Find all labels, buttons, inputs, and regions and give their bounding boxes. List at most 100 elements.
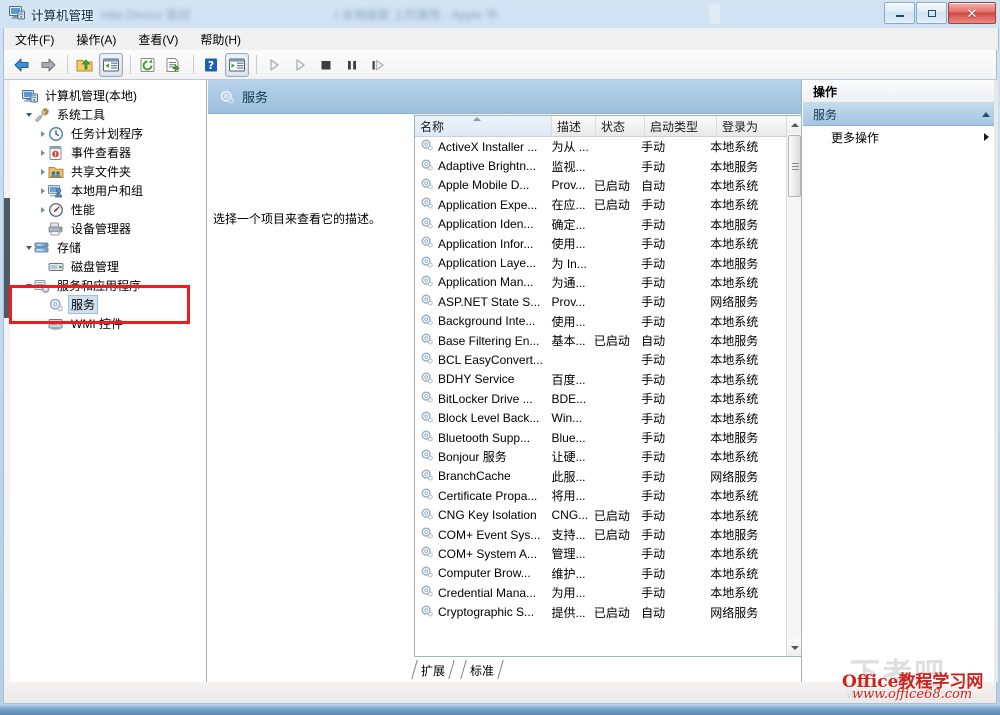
tree-item-services-and-applications[interactable]: 服务和应用程序 bbox=[11, 276, 206, 295]
table-row[interactable]: Credential Mana... 为用... 手动 本地系统 bbox=[415, 583, 786, 602]
cell-service-name: BDHY Service bbox=[415, 371, 547, 388]
tree-scrollbar[interactable] bbox=[4, 80, 10, 682]
column-header-startup-type[interactable]: 启动类型 bbox=[645, 116, 717, 136]
cell-log-on-as: 本地系统 bbox=[710, 508, 759, 523]
refresh-icon[interactable] bbox=[136, 53, 160, 77]
twisty-collapsed-icon[interactable] bbox=[37, 124, 48, 143]
table-row[interactable]: Application Infor... 使用... 手动 本地系统 bbox=[415, 234, 786, 253]
service-gear-icon bbox=[420, 429, 438, 446]
help-icon[interactable]: ? bbox=[199, 53, 223, 77]
tree-item-wmi-control[interactable]: WMI 控件 bbox=[11, 314, 206, 333]
service-gear-icon bbox=[420, 351, 438, 368]
tree-item-task-scheduler[interactable]: 任务计划程序 bbox=[11, 124, 206, 143]
column-header-status[interactable]: 状态 bbox=[596, 116, 645, 136]
chevron-up-icon[interactable] bbox=[982, 111, 990, 117]
table-row[interactable]: ASP.NET State S... Prov... 手动 网络服务 bbox=[415, 292, 786, 311]
tree-item-services[interactable]: 服务 bbox=[11, 295, 206, 314]
minimize-button[interactable] bbox=[884, 2, 915, 24]
twisty-collapsed-icon[interactable] bbox=[37, 200, 48, 219]
table-row[interactable]: Application Expe... 在应... 已启动 手动 本地系统 bbox=[415, 195, 786, 214]
cell-description: CNG... bbox=[551, 508, 589, 523]
cell-log-on-as: 本地系统 bbox=[710, 275, 759, 290]
table-row[interactable]: Adaptive Brightn... 监视... 手动 本地服务 bbox=[415, 156, 786, 175]
tree-item-system-tools[interactable]: 系统工具 bbox=[11, 105, 206, 124]
service-gear-icon bbox=[420, 526, 438, 543]
list-scrollbar-thumb[interactable] bbox=[788, 135, 801, 197]
table-row[interactable]: Block Level Back... Win... 手动 本地系统 bbox=[415, 408, 786, 427]
table-row[interactable]: Certificate Propa... 将用... 手动 本地系统 bbox=[415, 486, 786, 505]
cell-service-name: CNG Key Isolation bbox=[415, 507, 547, 524]
close-button[interactable]: ✕ bbox=[948, 2, 996, 24]
menu-file[interactable]: 文件(F) bbox=[4, 29, 65, 50]
service-name-label: Application Infor... bbox=[438, 236, 534, 251]
twisty-expanded-icon[interactable] bbox=[23, 276, 34, 295]
console-tree-pane: 计算机管理(本地) 系统工具 任务计划程序 事件查看器 共享文件夹 本地用户和组… bbox=[4, 80, 207, 682]
twisty-expanded-icon[interactable] bbox=[23, 105, 34, 124]
tree-item-computer-management-root[interactable]: 计算机管理(本地) bbox=[11, 86, 206, 105]
menu-help[interactable]: 帮助(H) bbox=[189, 29, 252, 50]
column-header-description[interactable]: 描述 bbox=[552, 116, 596, 136]
export-list-icon[interactable] bbox=[162, 53, 186, 77]
service-gear-icon bbox=[48, 297, 64, 313]
service-name-label: Application Iden... bbox=[438, 217, 534, 232]
storage-icon bbox=[34, 240, 50, 256]
table-row[interactable]: Bluetooth Supp... Blue... 手动 本地服务 bbox=[415, 428, 786, 447]
forward-arrow-icon[interactable] bbox=[36, 53, 60, 77]
service-name-label: Certificate Propa... bbox=[438, 488, 538, 503]
twisty-collapsed-icon[interactable] bbox=[37, 162, 48, 181]
tab-standard[interactable]: 标准 bbox=[463, 661, 501, 679]
properties-icon[interactable] bbox=[225, 52, 249, 77]
column-header-label: 启动类型 bbox=[650, 119, 699, 134]
service-gear-icon bbox=[420, 293, 438, 310]
cell-service-name: Application Expe... bbox=[415, 196, 547, 213]
menu-action[interactable]: 操作(A) bbox=[65, 29, 127, 50]
tree-item-shared-folders[interactable]: 共享文件夹 bbox=[11, 162, 206, 181]
table-row[interactable]: CNG Key Isolation CNG... 已启动 手动 本地系统 bbox=[415, 505, 786, 524]
table-row[interactable]: Computer Brow... 维护... 手动 本地系统 bbox=[415, 564, 786, 583]
cell-description: 监视... bbox=[551, 159, 586, 174]
table-row[interactable]: Application Iden... 确定... 手动 本地服务 bbox=[415, 215, 786, 234]
cell-service-name: COM+ System A... bbox=[415, 545, 547, 562]
tab-extended[interactable]: 扩展 bbox=[414, 661, 452, 679]
action-more-actions[interactable]: 更多操作 bbox=[803, 126, 998, 148]
tree-scrollbar-thumb[interactable] bbox=[4, 198, 10, 318]
title-bar[interactable]: 计算机管理 ✕ bbox=[0, 0, 1000, 26]
tree-item-local-users-groups[interactable]: 本地用户和组 bbox=[11, 181, 206, 200]
table-row[interactable]: COM+ System A... 管理... 手动 本地系统 bbox=[415, 544, 786, 563]
twisty-collapsed-icon[interactable] bbox=[37, 181, 48, 200]
menu-view[interactable]: 查看(V) bbox=[127, 29, 189, 50]
table-row[interactable]: ActiveX Installer ... 为从 ... 手动 本地系统 bbox=[415, 137, 786, 156]
tree-item-performance[interactable]: 性能 bbox=[11, 200, 206, 219]
actions-pane-scrollbar[interactable] bbox=[994, 80, 998, 682]
table-row[interactable]: BranchCache 此服... 手动 网络服务 bbox=[415, 467, 786, 486]
tree-item-event-viewer[interactable]: 事件查看器 bbox=[11, 143, 206, 162]
column-header-name[interactable]: 名称 bbox=[415, 116, 552, 136]
table-row[interactable]: BCL EasyConvert... 手动 本地系统 bbox=[415, 350, 786, 369]
table-row[interactable]: BitLocker Drive ... BDE... 手动 本地系统 bbox=[415, 389, 786, 408]
scroll-up-button[interactable] bbox=[787, 116, 801, 133]
table-row[interactable]: COM+ Event Sys... 支持... 已启动 手动 本地服务 bbox=[415, 525, 786, 544]
list-vertical-scrollbar[interactable] bbox=[786, 116, 801, 656]
maximize-button[interactable] bbox=[916, 2, 947, 24]
tree-item-disk-management[interactable]: 磁盘管理 bbox=[11, 257, 206, 276]
table-row[interactable]: BDHY Service 百度... 手动 本地系统 bbox=[415, 370, 786, 389]
cell-log-on-as: 本地系统 bbox=[710, 566, 759, 581]
tree-item-storage[interactable]: 存储 bbox=[11, 238, 206, 257]
table-row[interactable]: Bonjour 服务 让硬... 手动 本地系统 bbox=[415, 447, 786, 466]
clock-icon bbox=[48, 126, 64, 142]
table-row[interactable]: Background Inte... 使用... 手动 本地系统 bbox=[415, 312, 786, 331]
twisty-collapsed-icon[interactable] bbox=[37, 143, 48, 162]
tree-item-device-manager[interactable]: 设备管理器 bbox=[11, 219, 206, 238]
table-row[interactable]: Application Man... 为通... 手动 本地系统 bbox=[415, 273, 786, 292]
table-row[interactable]: Application Laye... 为 In... 手动 本地服务 bbox=[415, 253, 786, 272]
up-folder-icon[interactable] bbox=[73, 53, 97, 77]
sort-ascending-icon bbox=[473, 117, 481, 121]
back-arrow-icon[interactable] bbox=[10, 53, 34, 77]
twisty-expanded-icon[interactable] bbox=[23, 238, 34, 257]
show-tree-icon[interactable] bbox=[99, 52, 123, 77]
table-row[interactable]: Cryptographic S... 提供... 已启动 自动 网络服务 bbox=[415, 602, 786, 621]
table-row[interactable]: Apple Mobile D... Prov... 已启动 自动 本地系统 bbox=[415, 176, 786, 195]
scroll-down-button[interactable] bbox=[787, 639, 801, 656]
actions-group-services[interactable]: 服务 bbox=[803, 103, 998, 126]
table-row[interactable]: Base Filtering En... 基本... 已启动 自动 本地服务 bbox=[415, 331, 786, 350]
